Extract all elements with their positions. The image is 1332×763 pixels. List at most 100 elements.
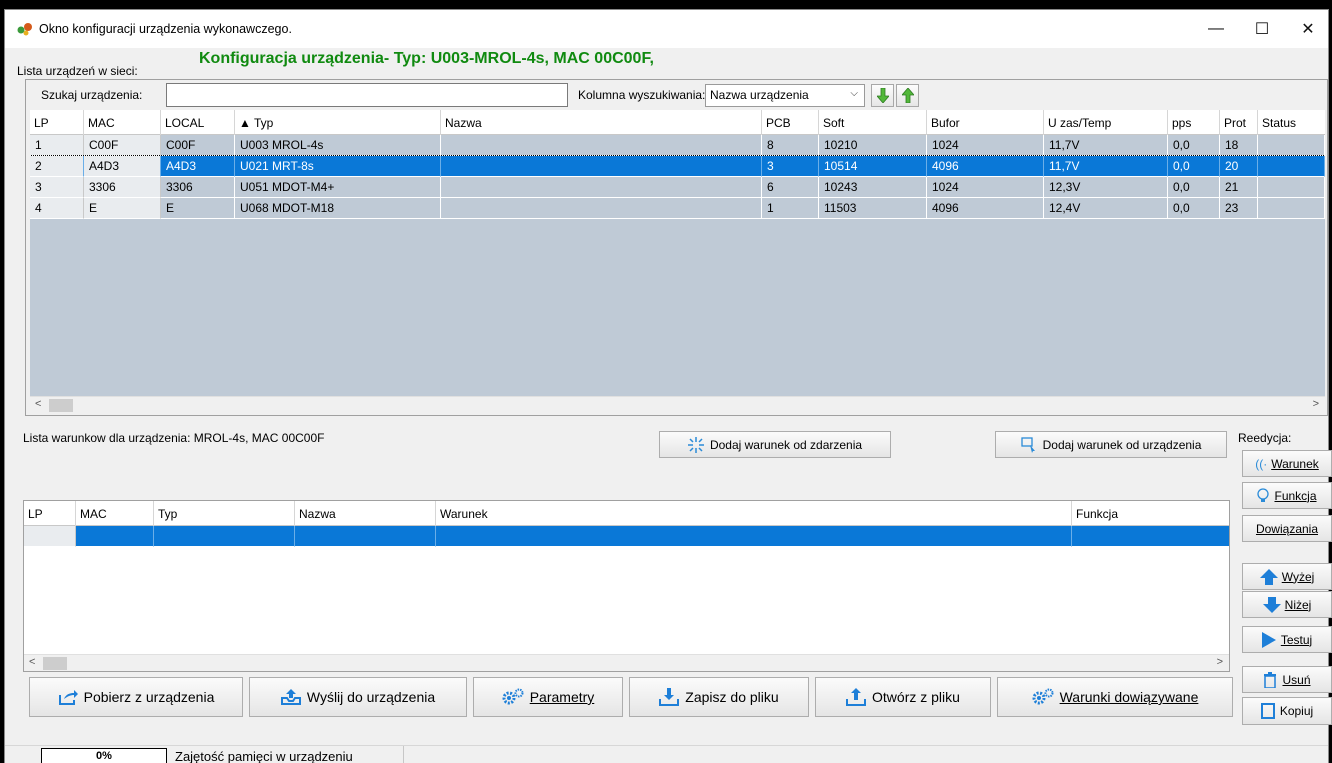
search-input[interactable] — [166, 83, 568, 107]
move-up-button[interactable] — [896, 84, 919, 107]
cell-pcb: 3 — [762, 156, 819, 177]
col-header-typ[interactable]: Typ — [154, 501, 295, 526]
col-header-lp[interactable]: LP — [30, 110, 84, 135]
scroll-thumb[interactable] — [43, 657, 67, 670]
col-header-soft[interactable]: Soft — [819, 110, 927, 135]
scroll-left-icon[interactable]: < — [35, 398, 41, 410]
copy-button[interactable]: Kopiuj — [1242, 697, 1332, 725]
cell-bufor: 1024 — [927, 135, 1044, 156]
scroll-right-icon[interactable]: > — [1313, 398, 1319, 410]
config-title: Konfiguracja urządzenia- Typ: U003-MROL-… — [199, 50, 654, 67]
cell-lp — [24, 526, 76, 547]
cell-uzas: 12,3V — [1044, 177, 1168, 198]
cell-status — [1258, 198, 1325, 219]
col-header-funkcja[interactable]: Funkcja — [1072, 501, 1229, 526]
col-header-prot[interactable]: Prot — [1220, 110, 1258, 135]
save-to-file-button[interactable]: Zapisz do pliku — [629, 677, 809, 717]
parameters-button[interactable]: Parametry — [473, 677, 623, 717]
cell-mac: 3306 — [84, 177, 161, 198]
download-label: Pobierz z urządzenia — [83, 689, 215, 705]
col-header-typ[interactable]: ▲ Typ — [235, 110, 441, 135]
col-header-pps[interactable]: pps — [1168, 110, 1220, 135]
device-pointer-icon — [1020, 436, 1035, 453]
minimize-button[interactable]: — — [1193, 10, 1239, 48]
window-title: Okno konfiguracji urządzenia wykonawczeg… — [39, 22, 292, 36]
conditions-grid-header: LP MAC Typ Nazwa Warunek Funkcja — [24, 501, 1229, 526]
conditions-grid-hscrollbar[interactable]: < > — [24, 654, 1229, 671]
bound-conditions-button[interactable]: Warunki dowiązywane — [997, 677, 1233, 717]
cell-pcb: 6 — [762, 177, 819, 198]
bound-conditions-label: Warunki dowiązywane — [1059, 689, 1199, 705]
cell-uzas: 11,7V — [1044, 135, 1168, 156]
test-button[interactable]: Testuj — [1242, 626, 1332, 653]
download-from-device-button[interactable]: Pobierz z urządzenia — [29, 677, 243, 717]
scroll-left-icon[interactable]: < — [29, 656, 35, 668]
table-row[interactable]: 3 3306 3306 U051 MDOT-M4+ 6 10243 1024 1… — [30, 177, 1325, 198]
close-button[interactable]: ✕ — [1285, 10, 1331, 48]
cell-nazwa — [441, 135, 762, 156]
gears-icon — [1032, 688, 1054, 705]
cell-local: E — [161, 198, 235, 219]
app-icon — [17, 23, 32, 36]
sparkle-icon — [687, 436, 704, 453]
table-row[interactable]: 4 E E U068 MDOT-M18 1 11503 4096 12,4V 0… — [30, 198, 1325, 219]
add-device-condition-label: Dodaj warunek od urządzenia — [1042, 437, 1202, 452]
table-row[interactable]: 1 C00F C00F U003 MROL-4s 8 10210 1024 11… — [30, 135, 1325, 156]
cell-pps: 0,0 — [1168, 135, 1220, 156]
open-from-file-button[interactable]: Otwórz z pliku — [815, 677, 991, 717]
cell-soft: 10210 — [819, 135, 927, 156]
open-upload-icon — [846, 688, 867, 706]
cell-soft: 10243 — [819, 177, 927, 198]
bindings-button[interactable]: Dowiązania — [1242, 515, 1332, 542]
send-label: Wyślij do urządzenia — [306, 689, 436, 705]
scroll-right-icon[interactable]: > — [1217, 656, 1223, 668]
edit-function-label: Funkcja — [1274, 488, 1317, 503]
maximize-button[interactable]: ☐ — [1239, 10, 1285, 48]
cell-pcb: 1 — [762, 198, 819, 219]
device-grid-hscrollbar[interactable]: < > — [30, 396, 1325, 413]
col-header-nazwa[interactable]: Nazwa — [295, 501, 436, 526]
cell-mac: A4D3 — [84, 156, 161, 177]
cell-typ: U051 MDOT-M4+ — [235, 177, 441, 198]
edit-condition-button[interactable]: ((· Warunek — [1242, 450, 1332, 477]
search-column-value: Nazwa urządzenia — [710, 88, 809, 102]
status-divider — [403, 746, 404, 763]
col-header-pcb[interactable]: PCB — [762, 110, 819, 135]
col-header-lp[interactable]: LP — [24, 501, 76, 526]
col-header-uzas[interactable]: U zas/Temp — [1044, 110, 1168, 135]
move-down-condition-button[interactable]: Niżej — [1242, 591, 1332, 618]
col-header-status[interactable]: Status — [1258, 110, 1325, 135]
table-row-selected[interactable]: 2 A4D3 A4D3 U021 MRT-8s 3 10514 4096 11,… — [30, 155, 1325, 178]
cell-soft: 11503 — [819, 198, 927, 219]
send-to-device-button[interactable]: Wyślij do urządzenia — [249, 677, 467, 717]
col-header-bufor[interactable]: Bufor — [927, 110, 1044, 135]
bindings-label: Dowiązania — [1255, 521, 1319, 536]
cell-typ — [154, 526, 295, 547]
col-header-warunek[interactable]: Warunek — [436, 501, 1072, 526]
green-arrow-down-icon — [876, 88, 889, 103]
col-header-nazwa[interactable]: Nazwa — [441, 110, 762, 135]
cell-lp: 4 — [30, 198, 84, 219]
cell-lp: 2 — [30, 156, 84, 177]
col-header-local[interactable]: LOCAL — [161, 110, 235, 135]
move-down-label: Niżej — [1284, 597, 1312, 612]
move-down-button[interactable] — [871, 84, 894, 107]
scroll-thumb[interactable] — [49, 399, 73, 412]
memory-label: Zajętość pamięci w urządzeniu — [175, 749, 353, 763]
cell-funkcja — [1072, 526, 1229, 547]
cell-prot: 18 — [1220, 135, 1258, 156]
memory-progress: 0% — [41, 748, 167, 763]
test-label: Testuj — [1280, 632, 1313, 647]
edit-function-button[interactable]: Funkcja — [1242, 482, 1332, 509]
cell-status — [1258, 156, 1325, 177]
table-row-selected[interactable] — [24, 526, 1229, 547]
move-up-condition-button[interactable]: Wyżej — [1242, 563, 1332, 590]
add-device-condition-button[interactable]: Dodaj warunek od urządzenia — [995, 431, 1227, 458]
search-column-select[interactable]: Nazwa urządzenia ⌵ — [705, 84, 865, 107]
inbox-upload-icon — [280, 689, 301, 705]
cell-prot: 20 — [1220, 156, 1258, 177]
add-event-condition-button[interactable]: Dodaj warunek od zdarzenia — [659, 431, 891, 458]
delete-button[interactable]: Usuń — [1242, 666, 1332, 693]
col-header-mac[interactable]: MAC — [84, 110, 161, 135]
col-header-mac[interactable]: MAC — [76, 501, 154, 526]
